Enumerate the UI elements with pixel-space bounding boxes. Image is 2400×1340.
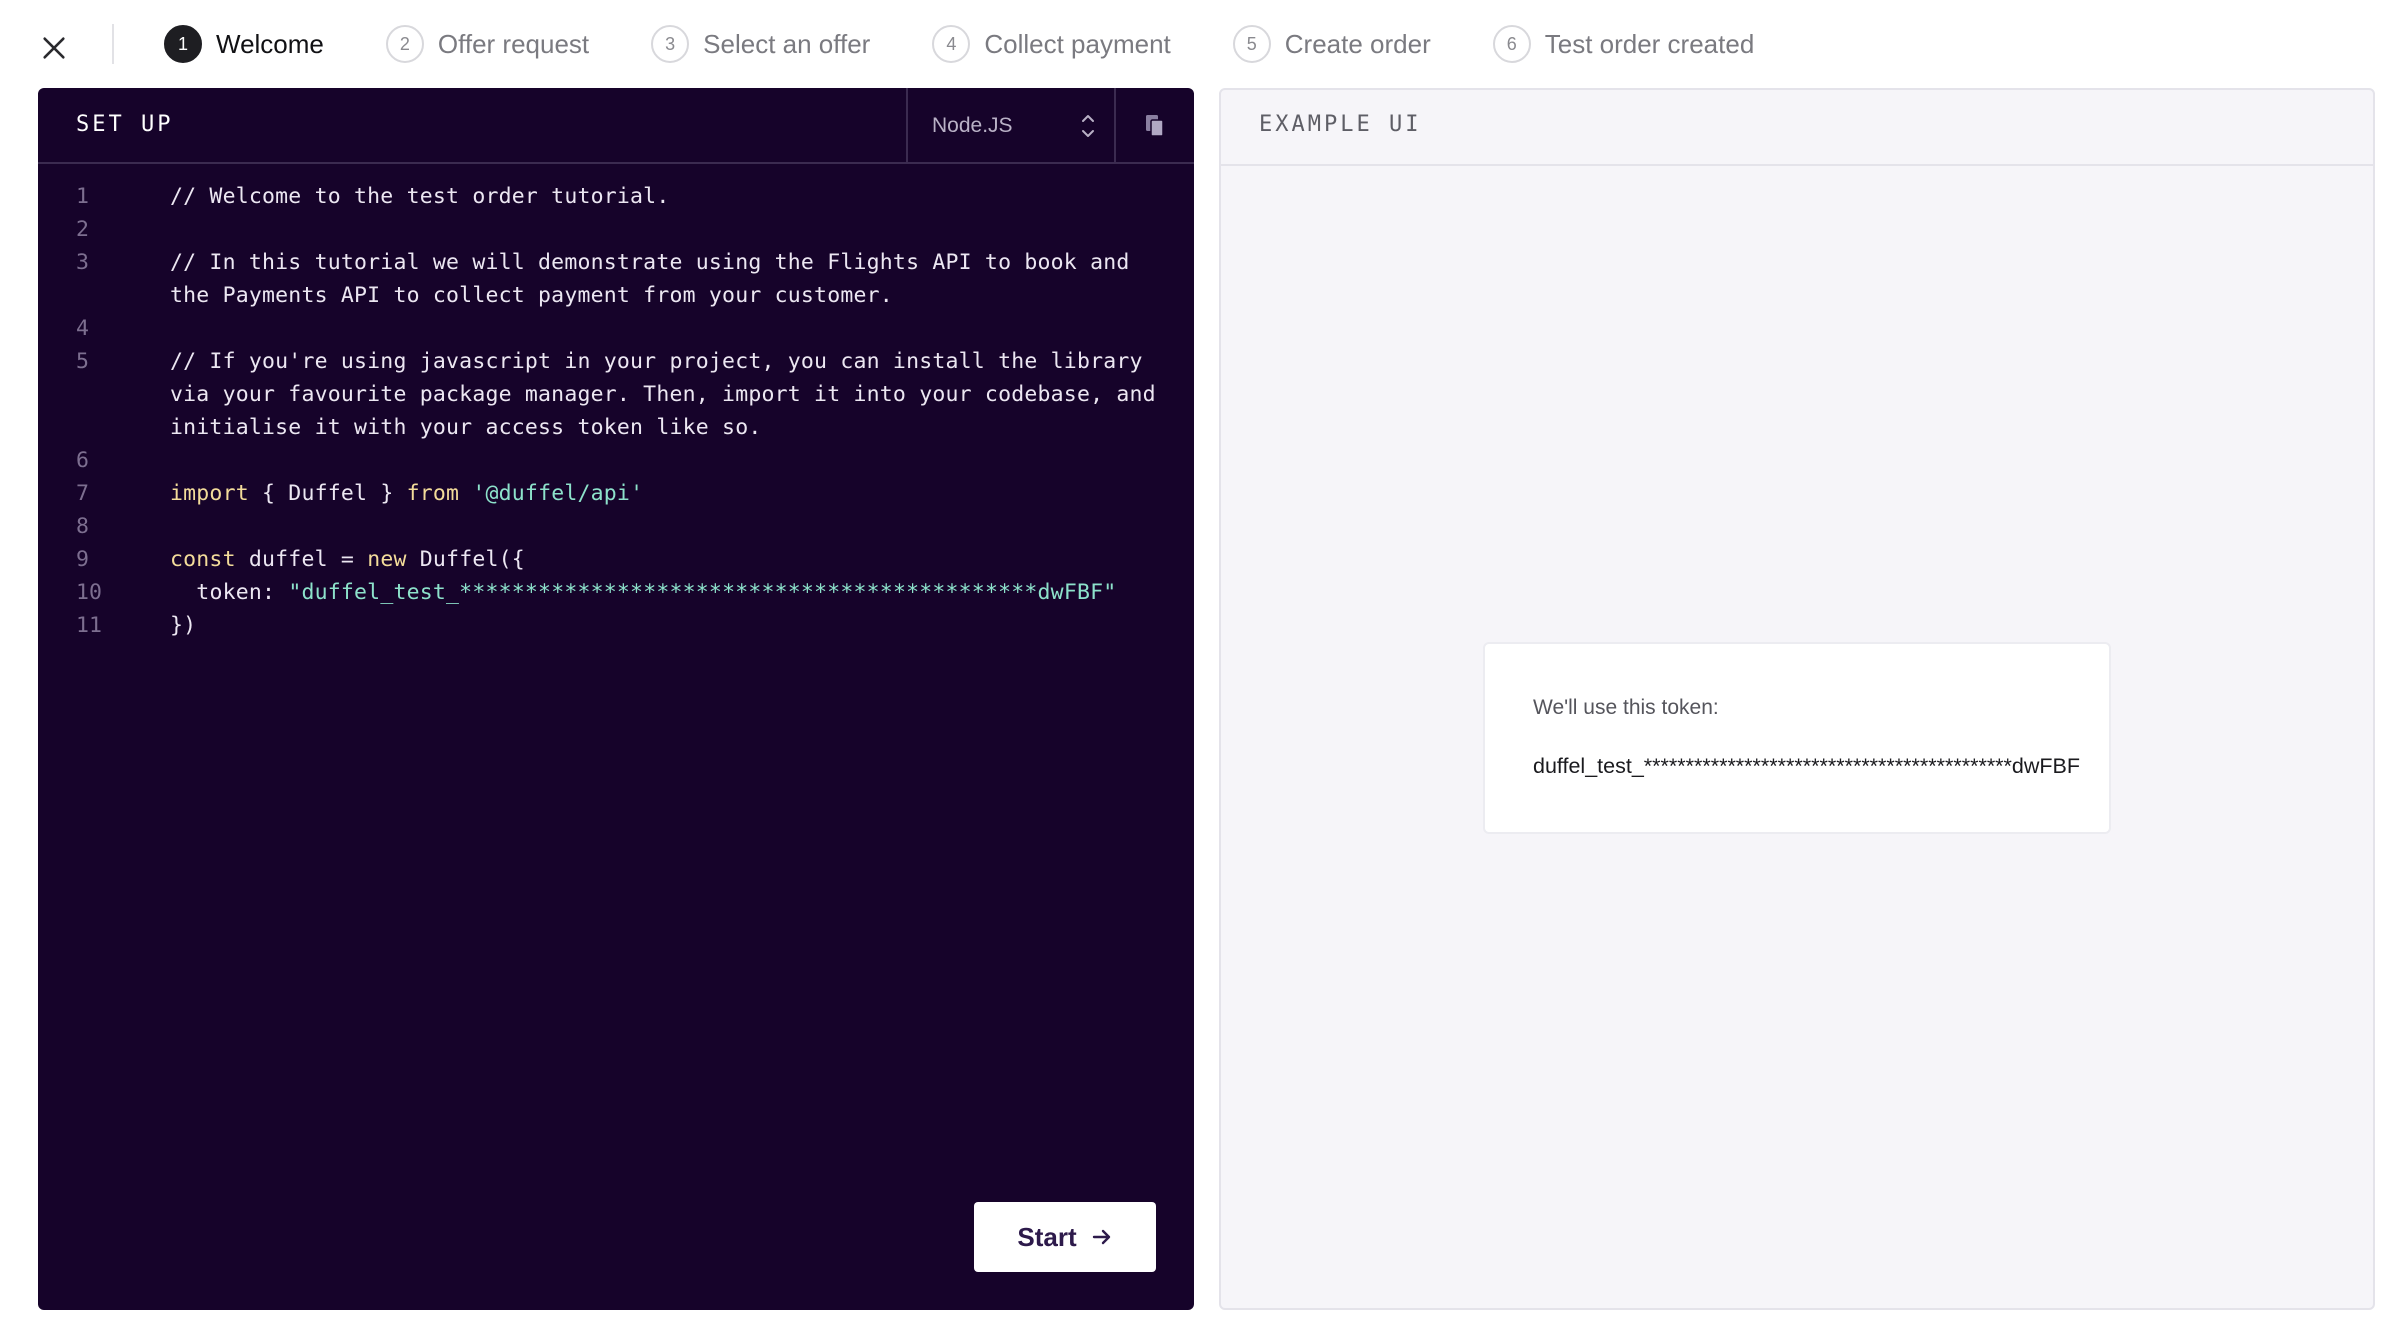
line-number: 3: [76, 250, 89, 275]
code-text: // In this tutorial we will demonstrate …: [170, 246, 1194, 312]
close-button[interactable]: [34, 28, 74, 68]
line-number: 1: [76, 184, 89, 209]
example-panel-header: EXAMPLE UI: [1221, 90, 2373, 166]
code-text: // If you're using javascript in your pr…: [170, 345, 1194, 444]
code-line: 10 token: "duffel_test_*****************…: [38, 576, 1194, 609]
line-number: 10: [76, 580, 102, 605]
example-panel-title: EXAMPLE UI: [1259, 112, 1422, 137]
code-editor: 1 // Welcome to the test order tutorial. 2…: [38, 180, 1194, 642]
code-text: }): [170, 609, 1194, 642]
step-number: 6: [1492, 25, 1531, 63]
start-button[interactable]: Start: [974, 1202, 1156, 1272]
code-token: const: [170, 547, 236, 572]
line-number: 5: [76, 349, 89, 374]
code-panel: SET UP Node.JS 1 // Welcome to the test o…: [38, 88, 1194, 1310]
code-text: const duffel = new Duffel({: [170, 543, 1194, 576]
step-label: Offer request: [437, 28, 590, 59]
code-line: 7 import { Duffel } from '@duffel/api': [38, 477, 1194, 510]
chevron-up-down-icon: [1082, 115, 1094, 137]
code-text: // Welcome to the test order tutorial.: [170, 180, 1194, 213]
language-select-value: Node.JS: [932, 114, 1013, 137]
step-number: 2: [385, 25, 424, 63]
code-token: { Duffel }: [248, 481, 407, 506]
code-line: 3 // In this tutorial we will demonstrate…: [38, 246, 1194, 312]
step-number: 5: [1232, 25, 1271, 63]
code-token: '@duffel/api': [472, 481, 644, 506]
line-number: 2: [76, 217, 89, 242]
step-label: Welcome: [216, 28, 324, 59]
step-3[interactable]: 3 Select an offer: [651, 24, 870, 64]
code-token: }): [170, 613, 197, 638]
code-line: 2: [38, 213, 1194, 246]
step-label: Test order created: [1544, 28, 1755, 59]
example-panel: EXAMPLE UI We'll use this token: duffel_…: [1219, 88, 2375, 1310]
code-line: 9 const duffel = new Duffel({: [38, 543, 1194, 576]
step-label: Select an offer: [703, 28, 871, 59]
step-4[interactable]: 4 Collect payment: [932, 24, 1171, 64]
top-bar: 1 Welcome 2 Offer request 3 Select an offer 4 C…: [0, 0, 2400, 88]
token-caption: We'll use this token:: [1533, 696, 1719, 719]
code-line: 6: [38, 444, 1194, 477]
code-line: 1 // Welcome to the test order tutorial.: [38, 180, 1194, 213]
step-5[interactable]: 5 Create order: [1232, 24, 1431, 64]
code-line: 11}): [38, 609, 1194, 642]
arrow-right-icon: [1092, 1229, 1110, 1245]
code-panel-title: SET UP: [76, 112, 174, 137]
code-token: duffel =: [235, 547, 368, 572]
close-icon: [43, 37, 65, 59]
step-2[interactable]: 2 Offer request: [385, 24, 590, 64]
code-token: // If you're using javascript in your pr…: [170, 349, 1169, 440]
code-token: // In this tutorial we will demonstrate …: [170, 250, 1143, 308]
language-select[interactable]: Node.JS: [906, 88, 1116, 164]
line-number: 9: [76, 547, 89, 572]
line-number: 7: [76, 481, 89, 506]
code-token: Duffel({: [406, 547, 525, 572]
topbar-divider: [112, 24, 114, 64]
token-value: duffel_test_****************************…: [1533, 754, 2081, 778]
code-token: import: [170, 481, 249, 506]
code-token: from: [406, 481, 460, 506]
line-number: 4: [76, 316, 89, 341]
step-1[interactable]: 1 Welcome: [164, 24, 324, 64]
code-token: // Welcome to the test order tutorial.: [170, 184, 670, 209]
line-number: 6: [76, 448, 89, 473]
code-panel-header: SET UP Node.JS: [38, 88, 1194, 164]
copy-button[interactable]: [1116, 88, 1194, 164]
line-number: 11: [76, 613, 102, 638]
code-text: import { Duffel } from '@duffel/api': [170, 477, 1194, 510]
code-line: 8: [38, 510, 1194, 543]
token-card: We'll use this token: duffel_test_******…: [1483, 642, 2111, 834]
copy-icon: [1146, 115, 1164, 137]
code-token: new: [367, 547, 407, 572]
step-label: Create order: [1284, 28, 1431, 59]
step-label: Collect payment: [984, 28, 1171, 59]
code-line: 5 // If you're using javascript in your p…: [38, 345, 1194, 444]
step-number: 3: [651, 25, 690, 63]
code-token: "duffel_test_***************************…: [288, 580, 1117, 605]
stepper: 1 Welcome 2 Offer request 3 Select an offer 4 C…: [164, 24, 1816, 64]
code-text: token: "duffel_test_********************…: [170, 576, 1194, 609]
code-line: 4: [38, 312, 1194, 345]
code-token: token:: [170, 580, 289, 605]
step-number: 4: [932, 25, 971, 63]
step-6[interactable]: 6 Test order created: [1492, 24, 1755, 64]
step-number: 1: [164, 25, 202, 63]
line-number: 8: [76, 514, 89, 539]
start-button-label: Start: [1017, 1221, 1077, 1252]
